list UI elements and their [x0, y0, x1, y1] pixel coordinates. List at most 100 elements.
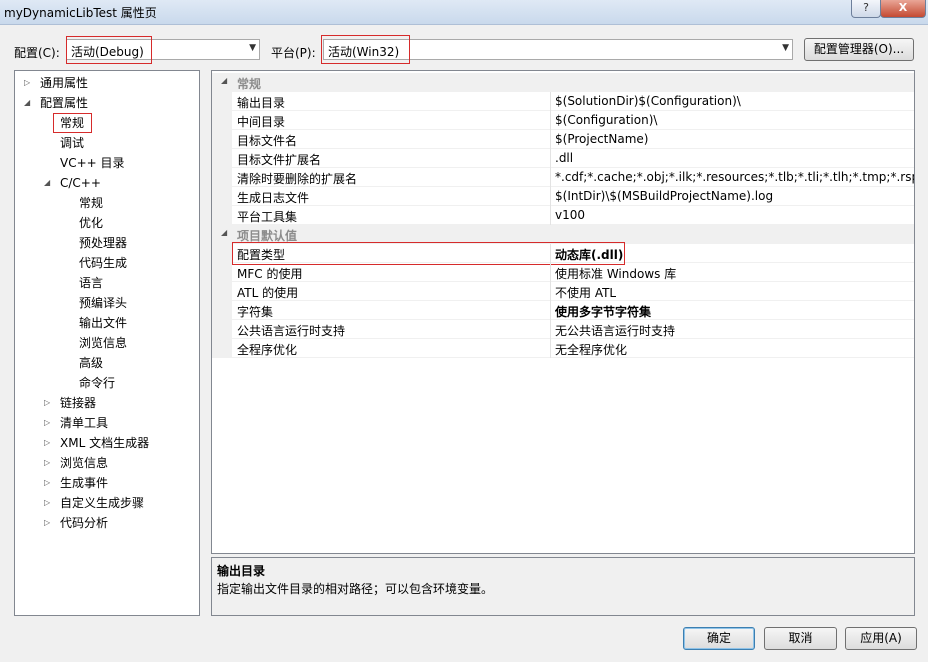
- tree-collapsed-icon[interactable]: ▷: [44, 434, 54, 452]
- property-row[interactable]: 公共语言运行时支持 无公共语言运行时支持: [212, 320, 914, 339]
- tree-item[interactable]: 清单工具: [60, 414, 108, 432]
- tree-collapsed-icon[interactable]: ▷: [24, 74, 34, 92]
- tree-item[interactable]: 常规: [79, 194, 103, 212]
- property-tree[interactable]: ▷ 通用属性 ◢ 配置属性 常规 调试 VC++ 目录 ◢ C/C++ 常规 优化 预处理器 代码生成语…: [14, 70, 200, 616]
- tree-collapsed-icon[interactable]: ▷: [44, 494, 54, 512]
- property-category[interactable]: ◢ 常规: [212, 73, 914, 92]
- tree-item[interactable]: 调试: [60, 134, 84, 152]
- property-row[interactable]: ATL 的使用 不使用 ATL: [212, 282, 914, 301]
- tree-item[interactable]: 代码分析: [60, 514, 108, 532]
- property-row[interactable]: 平台工具集 v100: [212, 206, 914, 225]
- tree-item[interactable]: 浏览信息: [60, 454, 108, 472]
- tree-item[interactable]: 优化: [79, 214, 103, 232]
- tree-item[interactable]: 浏览信息: [79, 334, 127, 352]
- column-divider[interactable]: [550, 168, 551, 187]
- tree-item[interactable]: 输出文件: [79, 314, 127, 332]
- property-row[interactable]: 清除时要删除的扩展名 *.cdf;*.cache;*.obj;*.ilk;*.re…: [212, 168, 914, 187]
- property-value[interactable]: 使用标准 Windows 库: [555, 265, 676, 282]
- tree-item[interactable]: XML 文档生成器: [60, 434, 149, 452]
- column-divider[interactable]: [550, 206, 551, 225]
- category-expanded-icon[interactable]: ◢: [221, 228, 227, 237]
- title-bar: myDynamicLibTest 属性页 ? X: [0, 0, 928, 25]
- tree-item[interactable]: VC++ 目录: [60, 154, 125, 172]
- property-row[interactable]: 字符集 使用多字节字符集: [212, 301, 914, 320]
- column-divider[interactable]: [550, 187, 551, 206]
- property-value[interactable]: *.cdf;*.cache;*.obj;*.ilk;*.resources;*.…: [555, 170, 914, 184]
- property-value[interactable]: $(ProjectName): [555, 132, 648, 146]
- property-value[interactable]: 无公共语言运行时支持: [555, 322, 675, 339]
- ok-button[interactable]: 确定: [683, 627, 755, 650]
- tree-item[interactable]: 生成事件: [60, 474, 108, 492]
- row-gutter: [212, 282, 232, 301]
- tree-collapsed-icon[interactable]: ▷: [44, 394, 54, 412]
- tree-item[interactable]: 语言: [79, 274, 103, 292]
- property-grid[interactable]: ◢ 常规输出目录 $(SolutionDir)$(Configuration)\ 中间…: [211, 70, 915, 554]
- property-value[interactable]: $(Configuration)\: [555, 113, 657, 127]
- tree-item[interactable]: 预处理器: [79, 234, 127, 252]
- row-gutter: [212, 244, 232, 263]
- tree-collapsed-icon[interactable]: ▷: [44, 474, 54, 492]
- property-row[interactable]: MFC 的使用 使用标准 Windows 库: [212, 263, 914, 282]
- category-expanded-icon[interactable]: ◢: [221, 76, 227, 85]
- property-name: 平台工具集: [237, 210, 298, 224]
- tree-item[interactable]: 自定义生成步骤: [60, 494, 144, 512]
- property-row[interactable]: 目标文件扩展名 .dll: [212, 149, 914, 168]
- column-divider[interactable]: [550, 149, 551, 168]
- property-name: ATL 的使用: [237, 286, 299, 300]
- tree-collapsed-icon[interactable]: ▷: [44, 414, 54, 432]
- property-row[interactable]: 输出目录 $(SolutionDir)$(Configuration)\: [212, 92, 914, 111]
- tree-item[interactable]: 命令行: [79, 374, 115, 392]
- property-name: 字符集: [237, 305, 274, 319]
- column-divider[interactable]: [550, 263, 551, 282]
- column-divider[interactable]: [550, 111, 551, 130]
- tree-item[interactable]: C/C++: [60, 174, 101, 192]
- property-row[interactable]: 目标文件名 $(ProjectName): [212, 130, 914, 149]
- tree-expanded-icon[interactable]: ◢: [24, 94, 34, 112]
- tree-collapsed-icon[interactable]: ▷: [44, 454, 54, 472]
- config-manager-button[interactable]: 配置管理器(O)...: [804, 38, 914, 61]
- close-button[interactable]: X: [880, 0, 926, 18]
- column-divider[interactable]: [550, 282, 551, 301]
- tree-item[interactable]: 预编译头: [79, 294, 127, 312]
- row-gutter: [212, 92, 232, 111]
- row-gutter: [212, 111, 232, 130]
- tree-item[interactable]: 通用属性: [40, 74, 88, 92]
- tree-item[interactable]: 高级: [79, 354, 103, 372]
- config-type-highlight-box: [232, 242, 625, 265]
- tree-expanded-icon[interactable]: ◢: [44, 174, 54, 192]
- property-name: MFC 的使用: [237, 267, 303, 281]
- property-row[interactable]: 生成日志文件 $(IntDir)\$(MSBuildProjectName).lo…: [212, 187, 914, 206]
- property-value[interactable]: 不使用 ATL: [555, 284, 616, 301]
- property-row[interactable]: 全程序优化 无全程序优化: [212, 339, 914, 358]
- property-value[interactable]: 使用多字节字符集: [555, 303, 651, 320]
- tree-item[interactable]: 代码生成: [79, 254, 127, 272]
- apply-button[interactable]: 应用(A): [845, 627, 917, 650]
- property-value[interactable]: 无全程序优化: [555, 341, 627, 358]
- property-row[interactable]: 中间目录 $(Configuration)\: [212, 111, 914, 130]
- property-value[interactable]: v100: [555, 208, 585, 222]
- cancel-button[interactable]: 取消: [764, 627, 837, 650]
- tree-item[interactable]: 配置属性: [40, 94, 88, 112]
- property-value[interactable]: .dll: [555, 151, 573, 165]
- platform-highlight-box: [321, 35, 410, 64]
- property-name: 公共语言运行时支持: [237, 324, 346, 338]
- column-divider[interactable]: [550, 301, 551, 320]
- row-gutter: [212, 187, 232, 206]
- column-divider[interactable]: [550, 130, 551, 149]
- property-name: 输出目录: [237, 96, 286, 110]
- category-name: 常规: [237, 77, 262, 91]
- column-divider[interactable]: [550, 92, 551, 111]
- row-gutter: [212, 130, 232, 149]
- property-value[interactable]: $(IntDir)\$(MSBuildProjectName).log: [555, 189, 773, 203]
- tree-item[interactable]: 链接器: [60, 394, 96, 412]
- row-gutter: [212, 301, 232, 320]
- property-name: 中间目录: [237, 115, 286, 129]
- tree-collapsed-icon[interactable]: ▷: [44, 514, 54, 532]
- help-button[interactable]: ?: [851, 0, 881, 18]
- property-value[interactable]: $(SolutionDir)$(Configuration)\: [555, 94, 741, 108]
- property-name: 目标文件名: [237, 134, 298, 148]
- selected-item-highlight-box: [53, 113, 92, 133]
- row-gutter: [212, 339, 232, 358]
- column-divider[interactable]: [550, 320, 551, 339]
- column-divider[interactable]: [550, 339, 551, 358]
